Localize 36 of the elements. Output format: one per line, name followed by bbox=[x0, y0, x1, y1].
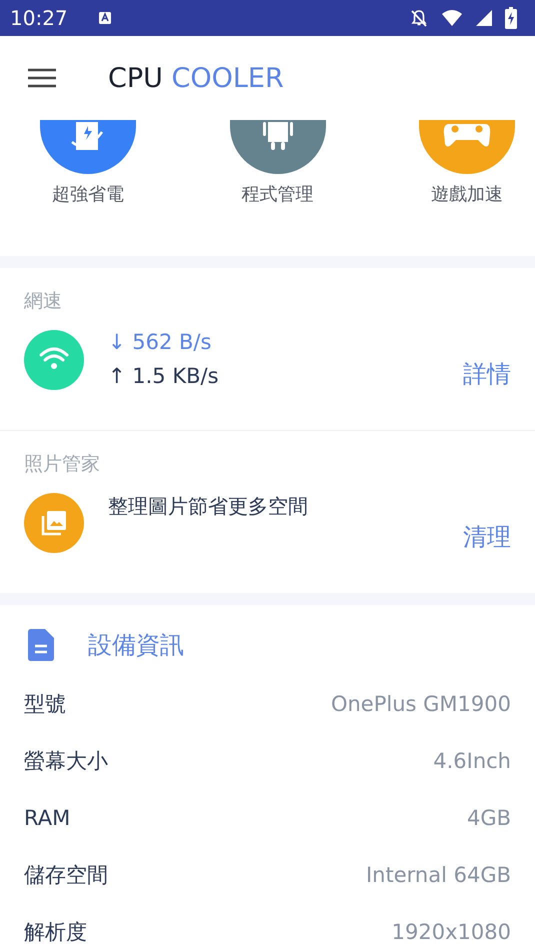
download-speed: ↓ 562 B/s bbox=[108, 330, 212, 354]
gamepad-icon[interactable] bbox=[419, 120, 515, 174]
status-time: 10:27 bbox=[10, 6, 68, 30]
photos-message: 整理圖片節省更多空間 bbox=[108, 493, 309, 520]
info-value: Internal 64GB bbox=[366, 862, 511, 886]
info-value: 4.6Inch bbox=[433, 748, 511, 772]
app-title: CPU bbox=[108, 62, 163, 94]
battery-charging-icon bbox=[505, 7, 517, 29]
shortcut-label[interactable]: 遊戲加速 bbox=[431, 182, 503, 206]
details-link[interactable]: 詳情 bbox=[463, 358, 511, 390]
info-label: 螢幕大小 bbox=[24, 748, 108, 774]
wifi-icon bbox=[24, 330, 84, 390]
cell-signal-icon bbox=[475, 9, 493, 27]
upload-speed: ↑ 1.5 KB/s bbox=[108, 364, 220, 388]
info-value: OnePlus GM1900 bbox=[330, 692, 511, 716]
photos-icon bbox=[24, 493, 84, 553]
section-heading: 照片管家 bbox=[24, 452, 101, 477]
section-title: 設備資訊 bbox=[88, 630, 184, 661]
info-value: 1920x1080 bbox=[392, 920, 511, 944]
document-icon bbox=[28, 629, 54, 661]
android-robot-icon[interactable] bbox=[230, 120, 326, 174]
info-value: 4GB bbox=[466, 806, 511, 830]
keyboard-notification-icon bbox=[98, 11, 112, 25]
shortcut-label[interactable]: 程式管理 bbox=[242, 182, 314, 206]
app-title-accent: COOLER bbox=[172, 62, 284, 94]
muted-bell-icon bbox=[409, 8, 429, 28]
info-label: 儲存空間 bbox=[24, 862, 108, 888]
shortcut-label[interactable]: 超強省電 bbox=[52, 182, 124, 206]
info-label: 型號 bbox=[24, 690, 66, 718]
info-label: 解析度 bbox=[24, 918, 87, 946]
menu-icon[interactable] bbox=[28, 68, 56, 88]
info-label: RAM bbox=[24, 806, 70, 830]
power-saving-icon[interactable] bbox=[40, 120, 136, 174]
clean-link[interactable]: 清理 bbox=[463, 521, 511, 553]
wifi-signal-icon bbox=[441, 9, 463, 27]
section-heading: 網速 bbox=[24, 289, 63, 314]
